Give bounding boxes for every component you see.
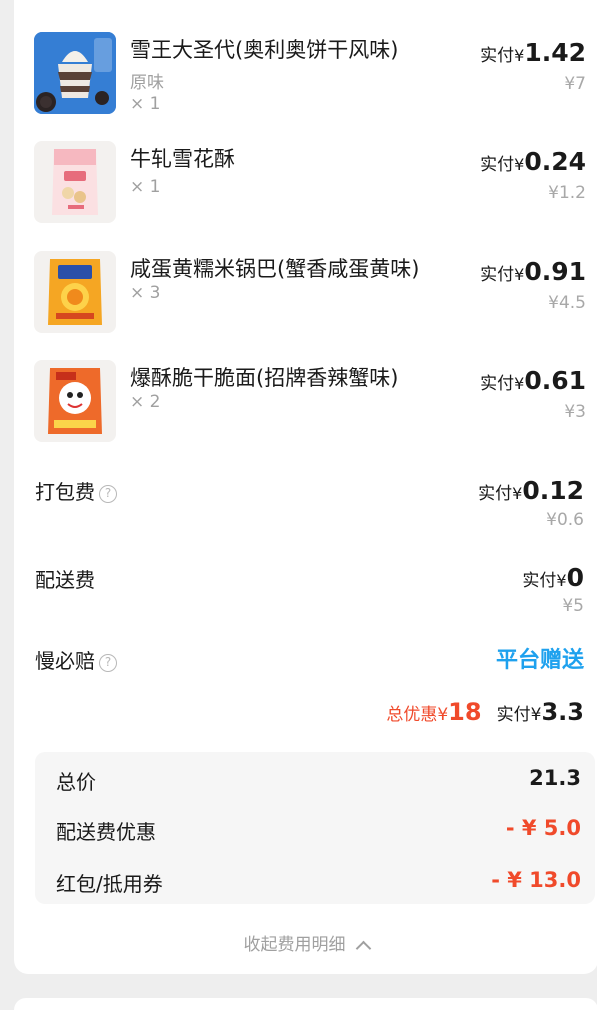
platform-gift-badge: 平台赠送 [495,648,584,673]
paid-label: 实付 [480,265,515,285]
order-item[interactable]: 咸蛋黄糯米锅巴(蟹香咸蛋黄味) × 3 实付¥0.91 ¥4.5 [34,251,594,341]
delivery-fee-paid: 实付¥0 [522,563,584,592]
paid-amount: 0 [566,563,584,592]
item-quantity: × 1 [130,94,161,114]
item-original-price: ¥7 [564,74,586,94]
paid-label: 实付 [478,484,513,504]
chevron-up-icon [355,940,371,957]
item-name: 雪王大圣代(奥利奥饼干风味) [130,38,399,62]
detail-row-total: 总价 21.3 [56,766,581,796]
total-paid-label: 实付 [496,705,531,725]
item-original-price: ¥4.5 [548,293,586,313]
item-quantity: × 3 [130,283,161,303]
item-original-price: ¥1.2 [548,183,586,203]
discount-currency: ¥ [437,705,449,725]
paid-amount: 1.42 [524,38,586,67]
item-original-price: ¥3 [564,402,586,422]
total-discount-label: 总优惠 [386,705,438,725]
currency-symbol: ¥ [514,46,525,65]
delivery-fee-original: ¥5 [562,596,584,616]
help-circle-icon[interactable]: ? [99,485,117,503]
item-quantity: × 2 [130,392,161,412]
order-item[interactable]: 牛轧雪花酥 × 1 实付¥0.24 ¥1.2 [34,141,594,231]
item-paid-price: 实付¥1.42 [480,38,586,67]
paid-amount: 0.61 [524,366,586,395]
guarantee-text: 慢必赔 [35,649,95,673]
packing-fee-label: 打包费? [35,476,117,505]
item-paid-price: 实付¥0.61 [480,366,586,395]
coupon-label: 红包/抵用券 [56,872,163,896]
currency-symbol: ¥ [514,155,525,174]
currency-symbol: ¥ [556,571,567,590]
item-paid-price: 实付¥0.91 [480,257,586,286]
order-summary: 总优惠¥18 实付¥3.3 [386,698,584,726]
paid-label: 实付 [480,46,515,66]
delivery-discount-label: 配送费优惠 [56,820,156,844]
product-image-rice-crust [34,251,116,333]
total-price-value: 21.3 [529,766,581,790]
delivery-fee-label: 配送费 [35,568,95,592]
total-discount-amount: 18 [448,698,482,726]
paid-label: 实付 [522,571,557,591]
paid-label: 实付 [480,374,515,394]
guarantee-label: 慢必赔? [35,645,117,674]
paid-label: 实付 [480,155,515,175]
price-detail-panel: 总价 21.3 配送费优惠 - ¥ 5.0 红包/抵用券 - ¥ 13.0 [35,752,595,904]
product-image-noodle-snack [34,360,116,442]
detail-row-delivery-discount: 配送费优惠 - ¥ 5.0 [56,816,581,846]
total-paid-amount: 3.3 [541,698,584,726]
next-card-edge [14,998,597,1010]
order-item[interactable]: 雪王大圣代(奥利奥饼干风味) 原味 × 1 实付¥1.42 ¥7 [34,32,594,122]
order-item[interactable]: 爆酥脆干脆面(招牌香辣蟹味) × 2 实付¥0.61 ¥3 [34,360,594,450]
collapse-label: 收起费用明细 [243,935,346,955]
help-circle-icon[interactable]: ? [99,654,117,672]
currency-symbol: ¥ [512,484,523,503]
item-paid-price: 实付¥0.24 [480,147,586,176]
packing-fee-paid: 实付¥0.12 [478,476,584,505]
packing-fee-text: 打包费 [35,480,95,504]
collapse-fee-detail-button[interactable]: 收起费用明细 [14,930,597,957]
paid-amount: 0.91 [524,257,586,286]
coupon-value: - ¥ 13.0 [491,868,581,892]
delivery-discount-value: - ¥ 5.0 [505,816,581,840]
currency-symbol: ¥ [514,265,525,284]
total-price-label: 总价 [56,770,96,794]
paid-amount: 0.24 [524,147,586,176]
paid-amount: 0.12 [522,476,584,505]
item-name: 爆酥脆干脆面(招牌香辣蟹味) [130,366,399,390]
item-quantity: × 1 [130,177,161,197]
item-spec: 原味 [130,73,164,93]
detail-row-coupon: 红包/抵用券 - ¥ 13.0 [56,868,581,898]
item-name: 牛轧雪花酥 [130,147,235,171]
item-name: 咸蛋黄糯米锅巴(蟹香咸蛋黄味) [130,257,420,281]
packing-fee-original: ¥0.6 [546,510,584,530]
paid-currency: ¥ [530,705,542,725]
currency-symbol: ¥ [514,374,525,393]
product-image-nougat [34,141,116,223]
product-image-sundae [34,32,116,114]
